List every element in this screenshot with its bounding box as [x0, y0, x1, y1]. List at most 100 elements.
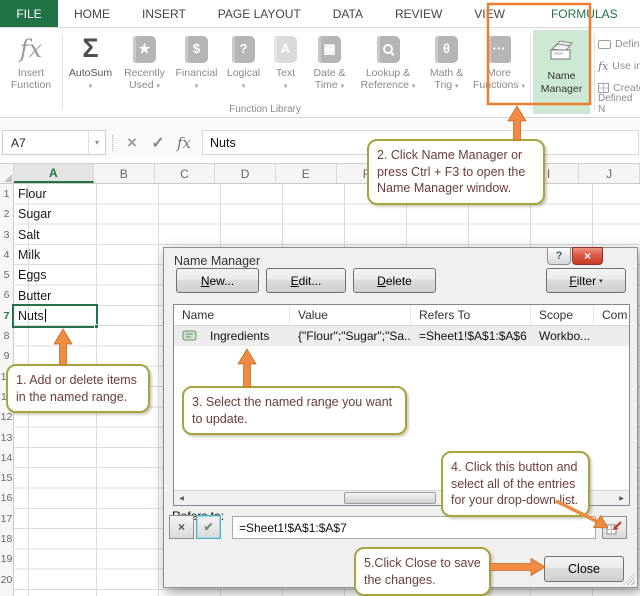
- text-button[interactable]: A Text ▾: [266, 31, 305, 92]
- sigma-icon: Σ: [82, 33, 99, 64]
- use-in-formula-item[interactable]: fx Use in: [598, 56, 640, 76]
- row-header[interactable]: 18: [0, 529, 13, 549]
- tab-formulas[interactable]: FORMULAS: [534, 0, 634, 27]
- active-cell-selection[interactable]: [12, 304, 99, 329]
- menu-arrow-icon: ▾: [340, 83, 345, 91]
- dialog-help-button[interactable]: ?: [547, 247, 571, 265]
- row-header[interactable]: 2: [0, 204, 13, 224]
- callout-5: 5.Click Close to save the changes.: [354, 547, 491, 596]
- tab-review[interactable]: REVIEW: [379, 0, 458, 27]
- new-button[interactable]: New...: [176, 268, 259, 293]
- row-header[interactable]: 13: [0, 428, 13, 448]
- insert-function-icon[interactable]: fx: [172, 130, 196, 155]
- refers-cancel-button[interactable]: ×: [169, 515, 194, 539]
- more-functions-button[interactable]: ··· More Functions ▾: [470, 31, 528, 92]
- header-comment[interactable]: Com: [594, 305, 629, 325]
- range-select-icon: [606, 521, 622, 535]
- row-header[interactable]: 14: [0, 448, 13, 468]
- group-separator: [62, 34, 63, 110]
- row-header[interactable]: 16: [0, 488, 13, 508]
- recently-used-icon: ★: [133, 35, 156, 63]
- name-box[interactable]: A7 ▾: [2, 130, 106, 155]
- row-header[interactable]: 17: [0, 509, 13, 529]
- row-header[interactable]: 3: [0, 225, 13, 245]
- tab-data[interactable]: DATA: [317, 0, 379, 27]
- close-button[interactable]: Close: [544, 556, 624, 582]
- lookup-reference-button[interactable]: Lookup & Reference ▾: [354, 31, 422, 92]
- column-header-c[interactable]: C: [155, 164, 216, 183]
- name-box-dropdown-icon[interactable]: ▾: [88, 131, 105, 154]
- text-icon: A: [274, 35, 297, 63]
- select-all-corner[interactable]: [0, 164, 14, 183]
- logical-button[interactable]: ? Logical ▾: [221, 31, 266, 92]
- scroll-left-icon[interactable]: ◀: [174, 492, 189, 505]
- row-header[interactable]: 4: [0, 245, 13, 265]
- column-header-d[interactable]: D: [215, 164, 276, 183]
- tab-insert[interactable]: INSERT: [126, 0, 202, 27]
- name-manager-icon: [533, 30, 590, 70]
- refers-commit-button[interactable]: ✔: [196, 515, 221, 539]
- menu-arrow-icon: ▾: [411, 83, 416, 91]
- row-header[interactable]: 5: [0, 265, 13, 285]
- callout-2: 2. Click Name Manager or press Ctrl + F3…: [367, 139, 545, 205]
- tab-page-layout[interactable]: PAGE LAYOUT: [202, 0, 317, 27]
- lookup-reference-icon: [376, 35, 400, 63]
- date-time-button[interactable]: ▦ Date & Time ▾: [305, 31, 354, 92]
- cell-a2[interactable]: Sugar: [18, 204, 51, 224]
- column-header-a[interactable]: A: [13, 164, 94, 183]
- cell-a6[interactable]: Butter: [18, 286, 51, 306]
- scrollbar-thumb[interactable]: [344, 492, 436, 504]
- row-header[interactable]: 21: [0, 590, 13, 596]
- delete-button[interactable]: Delete: [353, 268, 436, 293]
- row-scope: Workbo...: [539, 329, 591, 343]
- row-header[interactable]: 8: [0, 326, 13, 346]
- tab-view[interactable]: VIEW: [458, 0, 521, 27]
- row-header[interactable]: 6: [0, 285, 13, 305]
- row-header[interactable]: 19: [0, 549, 13, 569]
- fill-handle[interactable]: [94, 324, 99, 329]
- header-name[interactable]: Name: [174, 305, 290, 325]
- dialog-close-icon[interactable]: ×: [572, 247, 603, 265]
- excel-window: FILE HOME INSERT PAGE LAYOUT DATA REVIEW…: [0, 0, 640, 596]
- row-header[interactable]: 20: [0, 570, 13, 590]
- define-name-item[interactable]: Define: [598, 34, 640, 54]
- cell-a3[interactable]: Salt: [18, 225, 40, 245]
- cell-a5[interactable]: Eggs: [18, 265, 47, 285]
- autosum-button[interactable]: Σ AutoSum ▾: [64, 31, 117, 92]
- menu-arrow-icon: ▾: [194, 83, 199, 91]
- refers-to-input[interactable]: =Sheet1!$A$1:$A$7: [232, 516, 596, 539]
- menu-arrow-icon: ▾: [156, 83, 160, 91]
- row-header[interactable]: 15: [0, 468, 13, 488]
- name-manager-button[interactable]: Name Manager: [533, 30, 590, 114]
- math-trig-button[interactable]: θ Math & Trig ▾: [423, 31, 470, 92]
- column-header-j[interactable]: J: [579, 164, 640, 183]
- financial-button[interactable]: $ Financial ▾: [172, 31, 221, 92]
- column-header-b[interactable]: B: [94, 164, 155, 183]
- ribbon-tab-bar: FILE HOME INSERT PAGE LAYOUT DATA REVIEW…: [0, 0, 640, 28]
- row-header[interactable]: 9: [0, 346, 13, 366]
- tab-home[interactable]: HOME: [58, 0, 126, 27]
- enter-icon[interactable]: ✓: [146, 130, 170, 155]
- names-list-header: Name Value Refers To Scope Com: [174, 305, 629, 326]
- menu-arrow-icon: ▾: [521, 83, 525, 91]
- header-refers-to[interactable]: Refers To: [411, 305, 531, 325]
- range-select-button[interactable]: [602, 516, 627, 539]
- dialog-title: Name Manager: [174, 254, 261, 268]
- filter-button[interactable]: Filter ▾: [546, 268, 626, 293]
- cancel-icon[interactable]: ×: [120, 130, 144, 155]
- insert-function-button[interactable]: fx Insert Function: [2, 31, 60, 92]
- column-header-e[interactable]: E: [276, 164, 337, 183]
- resize-grip[interactable]: [623, 573, 635, 585]
- cell-a1[interactable]: Flour: [18, 184, 46, 204]
- scroll-right-icon[interactable]: ▶: [614, 492, 629, 505]
- row-header[interactable]: 1: [0, 184, 13, 204]
- cell-a4[interactable]: Milk: [18, 245, 40, 265]
- header-value[interactable]: Value: [290, 305, 411, 325]
- row-comment: [594, 326, 629, 346]
- function-library-group-label: Function Library: [229, 104, 301, 115]
- header-scope[interactable]: Scope: [531, 305, 594, 325]
- table-row[interactable]: Ingredients {"Flour";"Sugar";"Sa... =She…: [174, 326, 629, 346]
- recently-used-button[interactable]: ★ Recently Used ▾: [117, 31, 172, 92]
- tab-file[interactable]: FILE: [0, 0, 58, 27]
- edit-button[interactable]: Edit...: [266, 268, 346, 293]
